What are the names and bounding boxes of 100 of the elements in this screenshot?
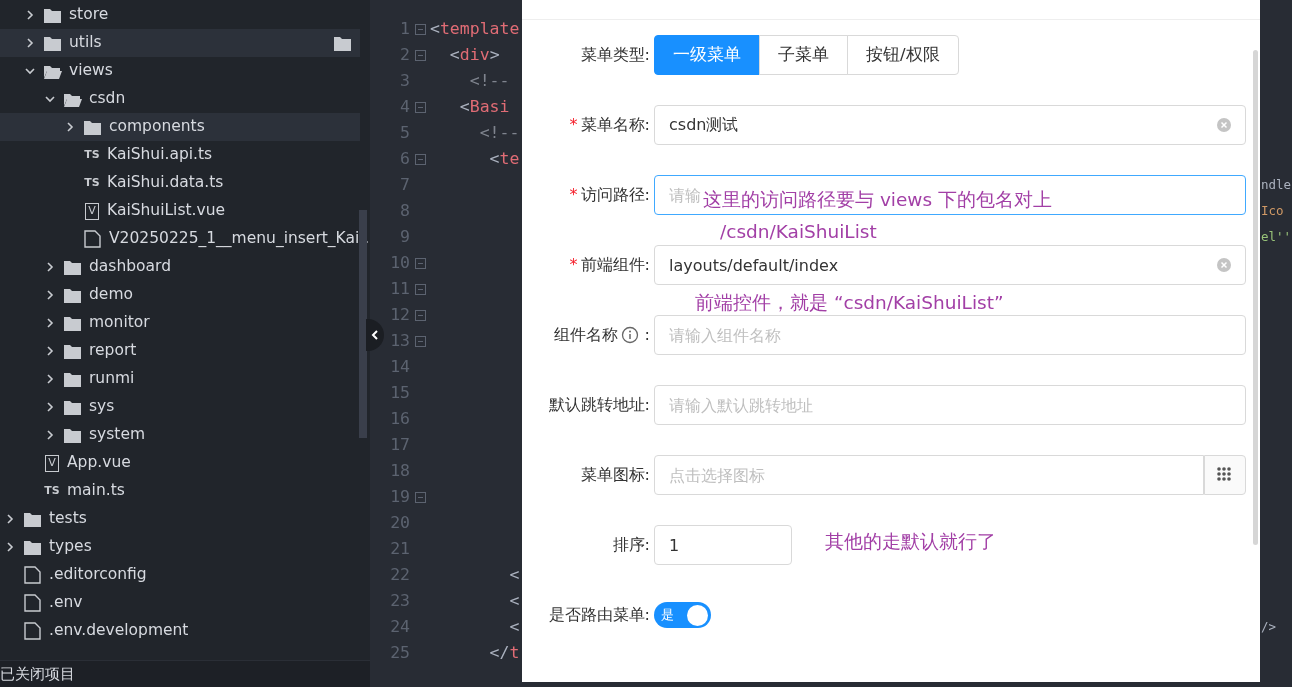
line-number: 25 — [389, 641, 410, 664]
chevron-icon[interactable] — [4, 541, 16, 553]
tree-row[interactable]: views — [0, 57, 360, 85]
code-text: < — [508, 564, 520, 584]
chevron-icon[interactable] — [44, 289, 56, 301]
tree-row[interactable]: TS KaiShui.data.ts — [0, 169, 360, 197]
file-name: .env.development — [49, 620, 189, 642]
folder-icon[interactable] — [333, 35, 352, 51]
tree-row[interactable]: V App.vue — [0, 449, 360, 477]
chevron-icon[interactable] — [44, 401, 56, 413]
code-text: ndle — [1261, 175, 1292, 194]
field-label: 是否路由菜单: — [548, 604, 650, 626]
file-name: tests — [49, 508, 87, 530]
chevron-icon[interactable] — [44, 317, 56, 329]
annotation-text: 这里的访问路径要与 views 下的包名对上 — [703, 188, 1052, 212]
tree-row[interactable]: runmi — [0, 365, 360, 393]
line-number: 4 — [399, 95, 410, 118]
chevron-icon[interactable] — [24, 37, 36, 49]
folder-icon — [43, 63, 62, 79]
tree-row[interactable]: csdn — [0, 85, 360, 113]
code-text: Ico — [1261, 201, 1284, 220]
tree-row[interactable]: store — [0, 1, 360, 29]
tree-row[interactable]: dashboard — [0, 253, 360, 281]
annotation-text: 前端控件，就是 “csdn/KaiShuiList” — [695, 291, 1004, 315]
field-label: 菜单类型: — [580, 44, 650, 66]
tree-row[interactable]: tests — [0, 505, 360, 533]
code-text: < — [508, 616, 520, 636]
chevron-icon[interactable] — [44, 261, 56, 273]
field-label: 菜单图标: — [580, 464, 650, 486]
line-number: 3 — [399, 69, 410, 92]
icon-picker-button[interactable] — [1204, 455, 1246, 495]
tree-row[interactable]: utils — [0, 29, 360, 57]
chevron-icon[interactable] — [44, 373, 56, 385]
segment-button[interactable]: 子菜单 — [759, 35, 848, 75]
file-name: runmi — [89, 368, 135, 390]
folder-icon — [63, 91, 82, 107]
file-name: V20250225_1__menu_insert_Kai... — [109, 228, 370, 250]
required-mark: * — [569, 114, 578, 136]
tree-row[interactable]: .env — [0, 589, 360, 617]
chevron-icon[interactable] — [44, 345, 56, 357]
collapse-button[interactable] — [366, 319, 384, 351]
chevron-icon[interactable] — [44, 429, 56, 441]
required-mark: * — [569, 184, 578, 206]
file-name: .editorconfig — [49, 564, 147, 586]
folder-icon — [63, 315, 82, 331]
code-text: <div> — [448, 44, 500, 64]
folder-icon — [63, 287, 82, 303]
line-number: 13 — [389, 329, 410, 352]
tree-row[interactable]: .env.development — [0, 617, 360, 645]
tree-row[interactable]: types — [0, 533, 360, 561]
tree-row[interactable]: V KaiShuiList.vue — [0, 197, 360, 225]
tree-row[interactable]: monitor — [0, 309, 360, 337]
tree-row[interactable]: .editorconfig — [0, 561, 360, 589]
input-field[interactable]: csdn测试 — [654, 105, 1246, 145]
line-number: 6 — [399, 147, 410, 170]
file-name: dashboard — [89, 256, 171, 278]
chevron-icon[interactable] — [4, 513, 16, 525]
folder-icon — [43, 35, 62, 51]
file-type-label: TS — [43, 482, 61, 499]
tree-row[interactable]: system — [0, 421, 360, 449]
file-name: store — [69, 4, 109, 26]
file-type-label: TS — [83, 146, 101, 163]
line-number: 15 — [389, 381, 410, 404]
status-bar-text: 已关闭项目 — [0, 660, 370, 687]
folder-icon — [23, 539, 42, 555]
tree-row[interactable]: demo — [0, 281, 360, 309]
code-text: <template — [430, 18, 520, 38]
tree-row[interactable]: components — [0, 113, 360, 141]
file-icon — [23, 566, 42, 584]
required-mark: * — [569, 254, 578, 276]
line-number: 22 — [389, 563, 410, 586]
chevron-icon — [371, 329, 379, 341]
tree-row[interactable]: TS KaiShui.api.ts — [0, 141, 360, 169]
scrollbar[interactable] — [1253, 50, 1258, 545]
chevron-icon[interactable] — [64, 121, 76, 133]
input-field[interactable]: 请输入组件名称 — [654, 315, 1246, 355]
file-name: main.ts — [67, 480, 125, 502]
chevron-icon[interactable] — [24, 65, 36, 77]
input-field[interactable]: layouts/default/index — [654, 245, 1246, 285]
file-icon — [83, 230, 102, 248]
code-text: el'' — [1261, 227, 1292, 246]
line-number: 20 — [389, 511, 410, 534]
folder-icon — [63, 427, 82, 443]
code-text: <!-- — [478, 122, 520, 142]
file-type-label: V — [45, 454, 59, 472]
tree-row[interactable]: report — [0, 337, 360, 365]
annotation-text: 其他的走默认就行了 — [825, 530, 996, 554]
segment-button[interactable]: 按钮/权限 — [847, 35, 959, 75]
input-field[interactable]: 1 — [654, 525, 792, 565]
file-name: demo — [89, 284, 133, 306]
line-number: 2 — [399, 43, 410, 66]
tree-row[interactable]: TS main.ts — [0, 477, 360, 505]
grid-icon — [1216, 466, 1234, 484]
tree-row[interactable]: sys — [0, 393, 360, 421]
code-text: <te — [488, 148, 520, 168]
input-field[interactable]: 请输入默认跳转地址 — [654, 385, 1246, 425]
input-field[interactable]: 点击选择图标 — [654, 455, 1204, 495]
chevron-icon[interactable] — [44, 93, 56, 105]
line-number: 5 — [399, 121, 410, 144]
chevron-icon[interactable] — [24, 9, 36, 21]
